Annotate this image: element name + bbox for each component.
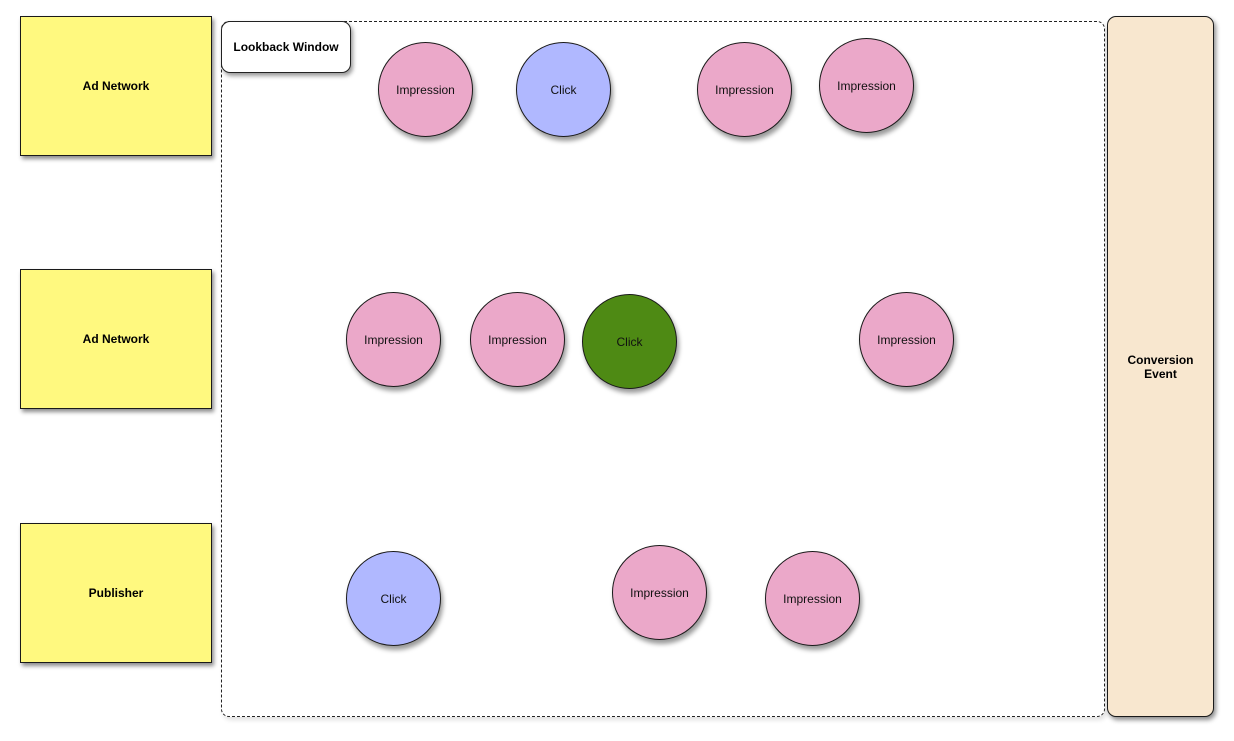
source-ad-network-2: Ad Network bbox=[20, 269, 212, 409]
click-node: Click bbox=[582, 294, 677, 389]
impression-node: Impression bbox=[765, 551, 860, 646]
lookback-window-label: Lookback Window bbox=[221, 21, 351, 73]
impression-node: Impression bbox=[819, 38, 914, 133]
event-label: Impression bbox=[364, 332, 423, 347]
source-label: Ad Network bbox=[82, 332, 150, 346]
event-label: Impression bbox=[877, 332, 936, 347]
event-label: Click bbox=[550, 82, 577, 97]
source-ad-network-1: Ad Network bbox=[20, 16, 212, 156]
event-label: Impression bbox=[488, 332, 547, 347]
source-publisher: Publisher bbox=[20, 523, 212, 663]
conversion-event: Conversion Event bbox=[1107, 16, 1214, 717]
impression-node: Impression bbox=[697, 42, 792, 137]
impression-node: Impression bbox=[612, 545, 707, 640]
impression-node: Impression bbox=[470, 292, 565, 387]
event-label: Impression bbox=[396, 82, 455, 97]
impression-node: Impression bbox=[346, 292, 441, 387]
lookback-window-text: Lookback Window bbox=[233, 40, 339, 54]
impression-node: Impression bbox=[378, 42, 473, 137]
event-label: Impression bbox=[715, 82, 774, 97]
event-label: Impression bbox=[837, 78, 896, 93]
event-label: Impression bbox=[783, 591, 842, 606]
event-label: Impression bbox=[630, 585, 689, 600]
impression-node: Impression bbox=[859, 292, 954, 387]
source-label: Ad Network bbox=[82, 79, 150, 93]
click-node: Click bbox=[346, 551, 441, 646]
event-label: Click bbox=[380, 591, 407, 606]
conversion-event-label: Conversion Event bbox=[1127, 352, 1194, 381]
source-label: Publisher bbox=[88, 586, 144, 600]
click-node: Click bbox=[516, 42, 611, 137]
event-label: Click bbox=[616, 334, 643, 349]
